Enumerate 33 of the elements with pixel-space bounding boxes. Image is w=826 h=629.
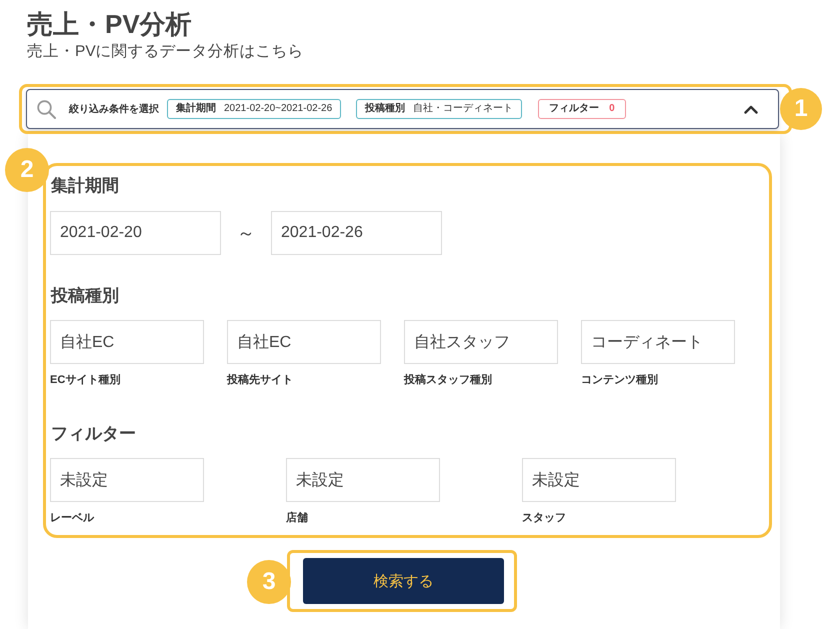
field-caption: 投稿スタッフ種別: [404, 373, 492, 387]
range-separator: ～: [236, 222, 256, 245]
filter-bar[interactable]: 絞り込み条件を選択 集計期間 2021-02-20~2021-02-26 投稿種別 自社・コーディネート フィルター 0: [26, 89, 779, 129]
callout-badge: 2: [5, 148, 49, 192]
input-field[interactable]: 自社EC: [227, 320, 381, 364]
input-field[interactable]: 未設定: [286, 458, 440, 502]
field-caption: コンテンツ種別: [581, 373, 658, 387]
callout-badge: 1: [780, 88, 822, 130]
input-field[interactable]: 自社EC: [50, 320, 204, 364]
callout-badge: 3: [247, 560, 291, 604]
search-icon: [37, 100, 56, 118]
filter-chip[interactable]: 投稿種別 自社・コーディネート: [356, 99, 522, 119]
section-heading: 投稿種別: [51, 286, 119, 306]
section-heading: フィルター: [51, 424, 136, 444]
input-field[interactable]: 自社スタッフ: [404, 320, 558, 364]
input-field[interactable]: 未設定: [50, 458, 204, 502]
page-title: 売上・PV分析: [27, 8, 192, 40]
chevron-up-icon[interactable]: [744, 104, 758, 114]
section-heading: 集計期間: [51, 176, 119, 196]
date-field[interactable]: 2021-02-20: [50, 211, 221, 255]
field-caption: レーベル: [50, 511, 94, 525]
page-subtitle: 売上・PVに関するデータ分析はこちら: [27, 42, 304, 62]
search-button[interactable]: 検索する: [303, 558, 504, 604]
date-field[interactable]: 2021-02-26: [271, 211, 442, 255]
field-caption: ECサイト種別: [50, 373, 120, 387]
input-field[interactable]: コーディネート: [581, 320, 735, 364]
field-caption: 店舗: [286, 511, 308, 525]
filter-chip[interactable]: フィルター 0: [538, 99, 626, 119]
filter-label: 絞り込み条件を選択: [69, 102, 159, 116]
field-caption: スタッフ: [522, 511, 566, 525]
filter-chip[interactable]: 集計期間 2021-02-20~2021-02-26: [167, 99, 342, 119]
field-caption: 投稿先サイト: [227, 373, 293, 387]
input-field[interactable]: 未設定: [522, 458, 676, 502]
